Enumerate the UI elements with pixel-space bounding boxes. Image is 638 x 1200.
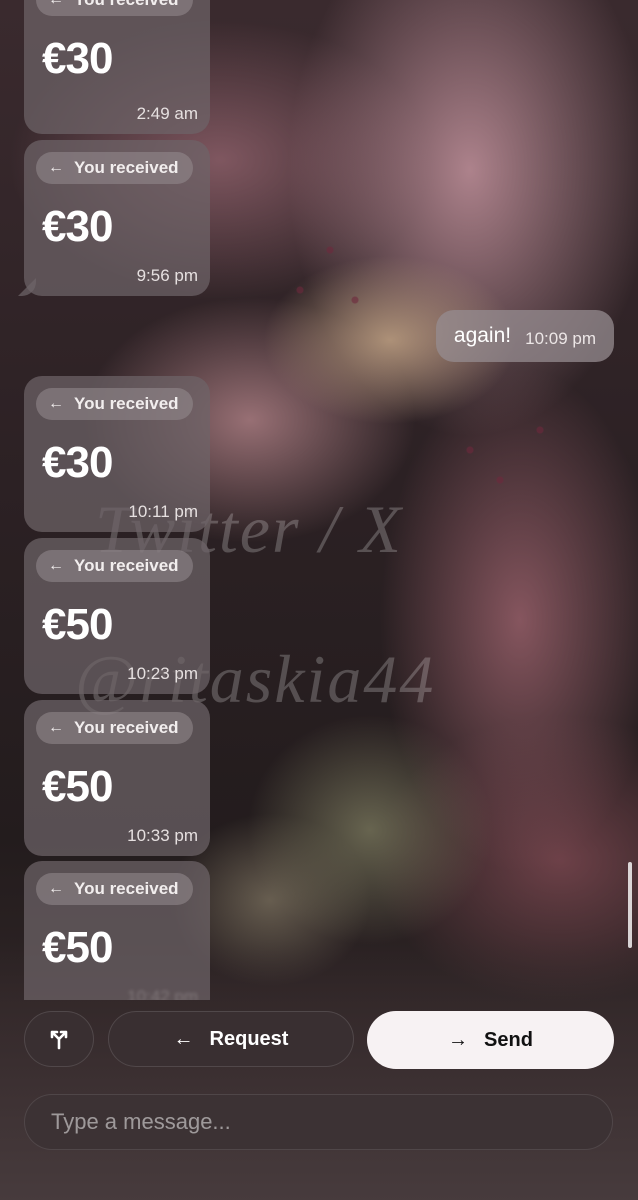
- received-payment-bubble[interactable]: ← You received €50 10:33 pm: [24, 700, 210, 856]
- sent-message-bubble[interactable]: again! 10:09 pm: [435, 310, 614, 362]
- received-payment-bubble[interactable]: ← You received €30 9:56 pm: [24, 140, 210, 296]
- send-button[interactable]: → Send: [367, 1011, 614, 1069]
- split-button[interactable]: [24, 1011, 94, 1067]
- message-time: 10:09 pm: [525, 329, 596, 348]
- received-label-pill: ← You received: [36, 0, 193, 16]
- payment-actions: ← Request → Send: [24, 1011, 614, 1069]
- received-label-pill: ← You received: [36, 873, 193, 905]
- received-label-pill: ← You received: [36, 712, 193, 744]
- split-icon: [50, 1030, 68, 1050]
- message-text: again!: [453, 324, 512, 347]
- received-label-pill: ← You received: [36, 550, 193, 582]
- request-button[interactable]: ← Request: [108, 1011, 354, 1067]
- arrow-left-icon: ←: [48, 0, 64, 8]
- received-payment-bubble[interactable]: ← You received €30 10:11 pm: [24, 376, 210, 532]
- scrollbar[interactable]: [628, 862, 632, 948]
- arrow-left-icon: ←: [48, 395, 64, 412]
- received-label-pill: ← You received: [36, 152, 193, 184]
- received-label-pill: ← You received: [36, 388, 193, 420]
- arrow-right-icon: →: [448, 1029, 469, 1051]
- payment-amount: €50: [42, 600, 113, 649]
- send-label: Send: [484, 1028, 533, 1051]
- message-time: 10:42 pm: [127, 987, 198, 1000]
- request-label: Request: [209, 1027, 289, 1050]
- message-input[interactable]: [25, 1109, 612, 1135]
- arrow-left-icon: ←: [173, 1028, 194, 1050]
- message-time: 10:23 pm: [127, 664, 198, 683]
- message-time: 10:11 pm: [128, 502, 198, 521]
- arrow-left-icon: ←: [48, 557, 64, 574]
- message-time: 10:33 pm: [127, 826, 198, 845]
- received-payment-bubble[interactable]: ← You received €50 10:23 pm: [24, 538, 210, 694]
- message-list[interactable]: ← You received €30 2:49 am ← You receive…: [0, 0, 638, 1000]
- message-time: 2:49 am: [136, 104, 198, 123]
- payment-amount: €30: [42, 438, 113, 487]
- message-composer: [24, 1094, 613, 1150]
- payment-amount: €30: [42, 34, 113, 83]
- received-payment-bubble[interactable]: ← You received €30 2:49 am: [24, 0, 210, 134]
- received-payment-bubble[interactable]: ← You received €50 10:42 pm: [24, 861, 210, 1000]
- payment-amount: €50: [42, 762, 113, 811]
- payment-amount: €50: [42, 923, 113, 972]
- message-time: 9:56 pm: [136, 266, 198, 285]
- arrow-left-icon: ←: [48, 159, 64, 176]
- arrow-left-icon: ←: [48, 880, 64, 897]
- arrow-left-icon: ←: [48, 719, 64, 736]
- payment-amount: €30: [42, 202, 113, 251]
